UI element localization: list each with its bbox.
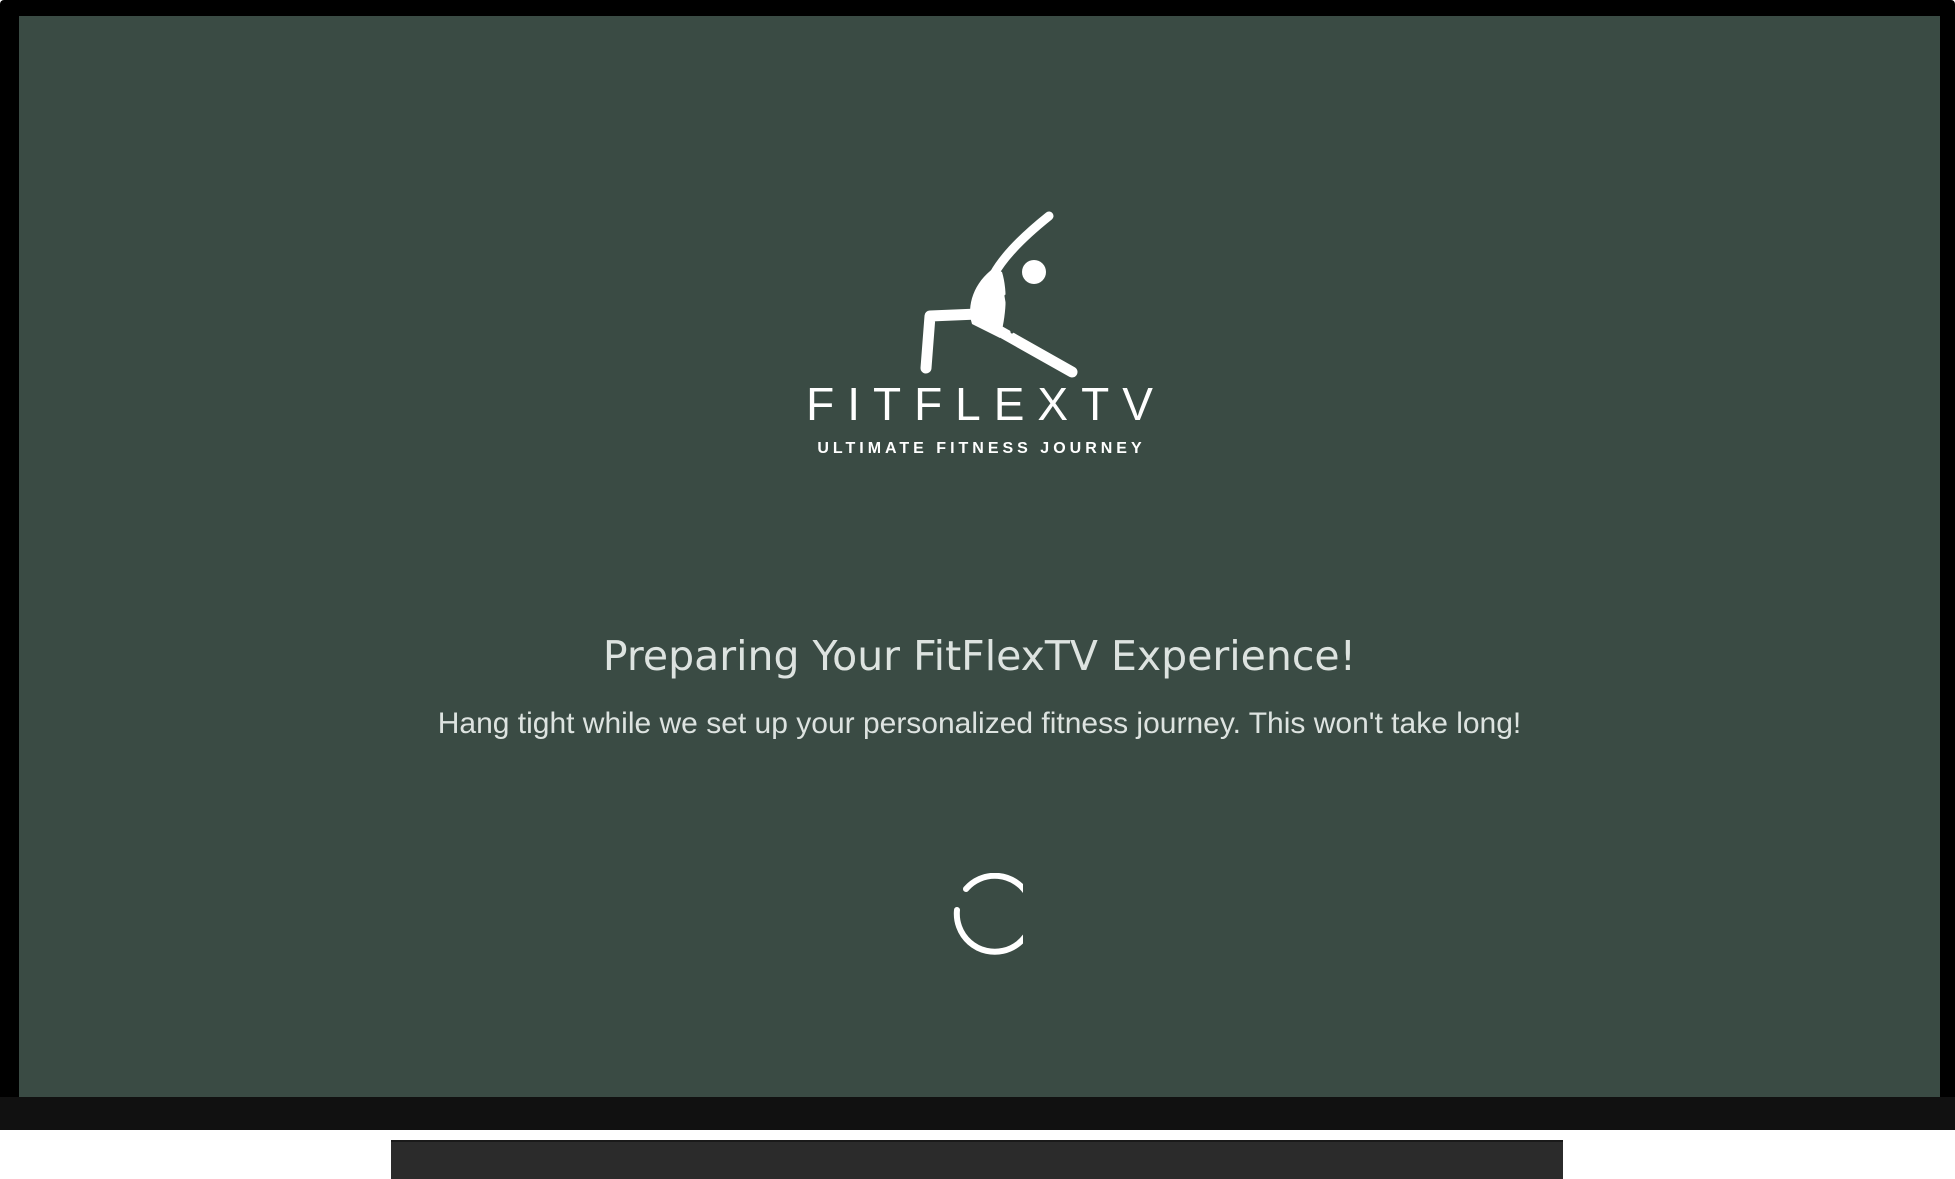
yoga-pose-icon bbox=[920, 211, 1078, 378]
tv-chin bbox=[0, 1097, 1955, 1130]
spinner-icon bbox=[953, 873, 1023, 955]
tv-screen: FITFLEXTV ULTIMATE FITNESS JOURNEY Prepa… bbox=[19, 16, 1940, 1097]
tv-bezel: FITFLEXTV ULTIMATE FITNESS JOURNEY Prepa… bbox=[0, 0, 1955, 1130]
loading-message: Hang tight while we set up your personal… bbox=[437, 707, 1522, 740]
loading-title: Preparing Your FitFlexTV Experience! bbox=[602, 632, 1357, 680]
brand-name: FITFLEXTV bbox=[806, 378, 1166, 430]
brand-tagline: ULTIMATE FITNESS JOURNEY bbox=[817, 440, 1146, 457]
tv-stand bbox=[391, 1140, 1563, 1179]
tv-device: FITFLEXTV ULTIMATE FITNESS JOURNEY Prepa… bbox=[0, 0, 1955, 1179]
